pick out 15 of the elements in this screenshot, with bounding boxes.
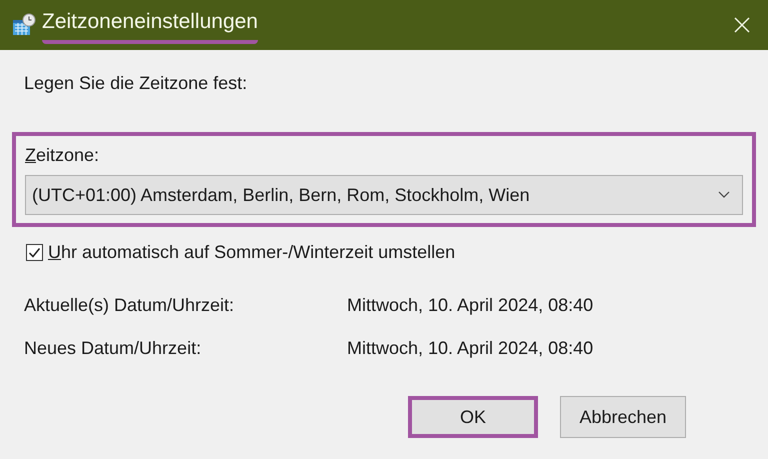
window-title: Zeitzoneneinstellungen [42,6,258,44]
timezone-label: Zeitzone: [25,144,100,167]
calendar-clock-icon [12,13,36,37]
dst-checkbox[interactable]: Uhr automatisch auf Sommer-/Winterzeit umstellen [26,239,756,266]
checkbox[interactable] [26,244,43,261]
info-value: Mittwoch, 10. April 2024, 08:40 [347,337,594,360]
close-icon[interactable] [734,17,750,33]
instruction-text: Legen Sie die Zeitzone fest: [24,72,248,95]
chevron-down-icon [718,191,730,199]
dialog-button[interactable]: OK [408,396,538,438]
info-label: Neues Datum/Uhrzeit: [24,337,202,360]
info-label: Aktuelle(s) Datum/Uhrzeit: [24,294,236,317]
dialog-button[interactable]: Abbrechen [560,396,686,438]
info-value: Mittwoch, 10. April 2024, 08:40 [347,294,594,317]
timezone-dropdown[interactable]: (UTC+01:00) Amsterdam, Berlin, Bern, Rom, Stockholm, Wien [25,175,743,215]
